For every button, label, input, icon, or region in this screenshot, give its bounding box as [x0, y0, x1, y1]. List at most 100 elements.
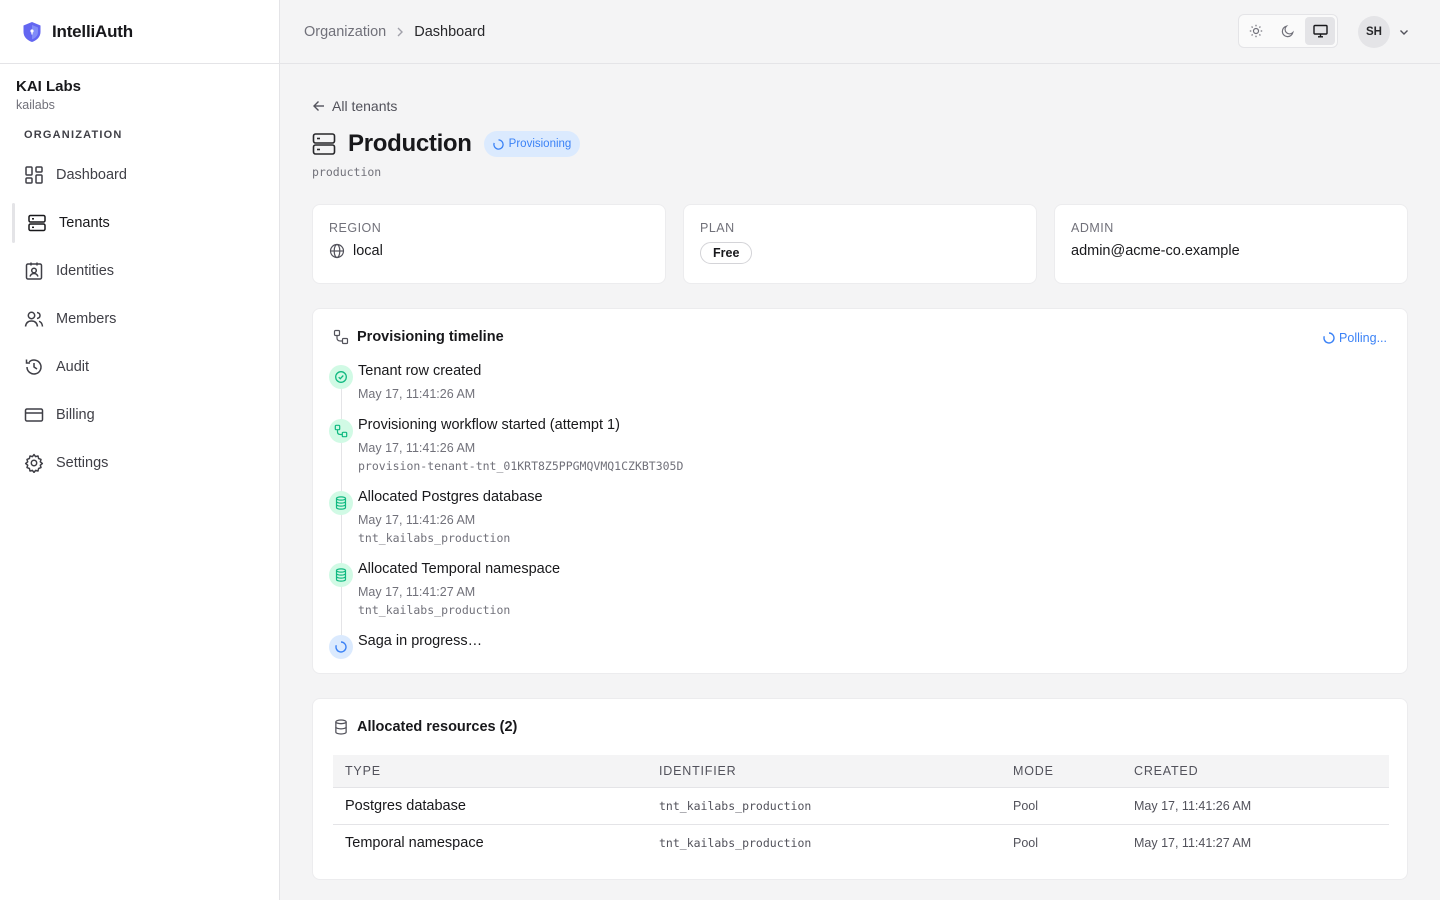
history-icon: [25, 359, 42, 375]
plan-card: PLAN Free: [683, 204, 1037, 284]
sidebar-item-billing[interactable]: Billing: [0, 391, 279, 439]
sidebar-item-label: Settings: [56, 455, 109, 471]
event-title: Tenant row created: [358, 363, 482, 379]
chevron-right-icon: [394, 26, 406, 38]
sidebar-item-members[interactable]: Members: [0, 295, 279, 343]
event-title: Provisioning workflow started (attempt 1…: [358, 417, 620, 433]
globe-icon: [329, 243, 345, 259]
chevron-down-icon: [1400, 30, 1408, 35]
sidebar-item-label: Dashboard: [56, 167, 127, 183]
theme-system-button[interactable]: [1305, 17, 1335, 45]
monitor-icon: [1312, 24, 1328, 38]
table-row: Temporal namespace tnt_kailabs_productio…: [333, 824, 1389, 861]
event-time: May 17, 11:41:27 AM: [358, 585, 476, 599]
region-value: local: [353, 243, 383, 259]
column-header[interactable]: CREATED: [1122, 755, 1389, 788]
breadcrumb-organization[interactable]: Organization: [304, 24, 386, 40]
resource-created: May 17, 11:41:27 AM: [1134, 835, 1252, 850]
dashboard-icon: [25, 166, 43, 184]
resource-type: Temporal namespace: [345, 834, 484, 851]
status-badge: Provisioning: [483, 131, 581, 157]
allocated-resources: Allocated resources (2) TYPE IDENTIFIER …: [312, 698, 1408, 880]
sidebar: IntelliAuth KAI Labs kailabs ORGANIZATIO…: [0, 0, 280, 900]
sidebar-item-label: Billing: [56, 407, 95, 423]
timeline-title: Provisioning timeline: [357, 329, 504, 345]
event-time: May 17, 11:41:26 AM: [358, 441, 476, 455]
page-title: Production: [348, 130, 472, 157]
theme-dark-button[interactable]: [1273, 17, 1303, 45]
resource-mode: Pool: [1001, 787, 1122, 825]
back-label: All tenants: [332, 98, 398, 114]
database-icon: [329, 563, 353, 587]
resource-created: May 17, 11:41:26 AM: [1122, 787, 1389, 825]
sidebar-item-label: Audit: [56, 359, 90, 375]
event-title: Saga in progress…: [358, 633, 483, 649]
polling-label: Polling...: [1339, 331, 1387, 345]
spinner-icon: [1323, 332, 1335, 344]
sidebar-item-audit[interactable]: Audit: [0, 343, 279, 391]
workflow-icon: [329, 419, 353, 443]
user-menu[interactable]: SH: [1358, 16, 1410, 48]
admin-label: ADMIN: [1071, 221, 1114, 235]
plan-label: PLAN: [700, 221, 735, 235]
spinner-icon: [492, 138, 504, 150]
event-meta: tnt_kailabs_production: [358, 603, 511, 617]
breadcrumb: Organization Dashboard: [280, 24, 485, 40]
tenant-slug: production: [312, 165, 382, 179]
resource-identifier: tnt_kailabs_production: [659, 835, 812, 850]
tenant-info-cards: REGION local PLAN Free ADMIN admin@acme-…: [312, 204, 1408, 284]
column-header[interactable]: MODE: [1001, 755, 1122, 788]
event-meta: provision-tenant-tnt_01KRT8Z5PPGMQVMQ1CZ…: [358, 459, 684, 473]
tenant-header: Production Provisioning: [312, 130, 581, 158]
resources-title: Allocated resources (2): [357, 719, 518, 735]
resources-table: TYPE IDENTIFIER MODE CREATED Postgres da…: [333, 755, 1389, 861]
sidebar-item-identities[interactable]: Identities: [0, 247, 279, 295]
workflow-icon: [333, 329, 349, 345]
sidebar-item-label: Members: [56, 311, 117, 327]
spinner-icon: [329, 635, 353, 659]
resource-mode: Pool: [1013, 835, 1039, 850]
moon-icon: [1281, 25, 1294, 38]
sidebar-item-dashboard[interactable]: Dashboard: [0, 151, 279, 199]
breadcrumb-current: Dashboard: [414, 23, 486, 40]
table-row: Postgres database tnt_kailabs_production…: [333, 787, 1389, 825]
admin-card: ADMIN admin@acme-co.example: [1054, 204, 1408, 284]
resource-type: Postgres database: [333, 787, 647, 825]
sidebar-item-settings[interactable]: Settings: [0, 439, 279, 487]
gear-icon: [24, 453, 44, 473]
plan-badge: Free: [700, 242, 753, 264]
arrow-left-icon: [313, 101, 324, 111]
brand[interactable]: IntelliAuth: [0, 0, 279, 64]
theme-switcher: [1238, 14, 1338, 48]
top-bar: Organization Dashboard SH: [280, 0, 1440, 64]
event-time: May 17, 11:41:26 AM: [358, 387, 476, 401]
sidebar-nav: Dashboard Tenants Identities Members Aud…: [0, 151, 279, 487]
server-icon: [312, 133, 336, 155]
resource-identifier: tnt_kailabs_production: [647, 787, 1001, 825]
back-to-tenants-link[interactable]: All tenants: [312, 98, 397, 114]
sidebar-item-label: Identities: [56, 263, 115, 279]
users-icon: [24, 311, 44, 327]
theme-light-button[interactable]: [1241, 17, 1271, 45]
org-name: KAI Labs: [16, 78, 82, 95]
event-meta: tnt_kailabs_production: [358, 531, 511, 545]
polling-indicator: Polling...: [1323, 331, 1387, 345]
org-switcher[interactable]: KAI Labs kailabs: [0, 64, 279, 112]
sun-icon: [1249, 24, 1263, 38]
event-title: Allocated Postgres database: [358, 489, 543, 505]
event-time: May 17, 11:41:26 AM: [358, 513, 476, 527]
database-icon: [335, 719, 347, 735]
admin-email: admin@acme-co.example: [1071, 243, 1240, 259]
org-slug: kailabs: [16, 98, 55, 112]
column-header[interactable]: IDENTIFIER: [647, 755, 1001, 788]
event-title: Allocated Temporal namespace: [358, 561, 561, 577]
id-badge-icon: [25, 262, 43, 280]
server-icon: [28, 214, 46, 232]
database-icon: [329, 491, 353, 515]
credit-card-icon: [24, 408, 44, 422]
region-label: REGION: [329, 221, 382, 235]
column-header[interactable]: TYPE: [333, 755, 647, 788]
app-name: IntelliAuth: [52, 21, 133, 41]
provisioning-timeline: Provisioning timeline Polling... Tenant …: [312, 308, 1408, 674]
sidebar-item-tenants[interactable]: Tenants: [0, 199, 279, 247]
